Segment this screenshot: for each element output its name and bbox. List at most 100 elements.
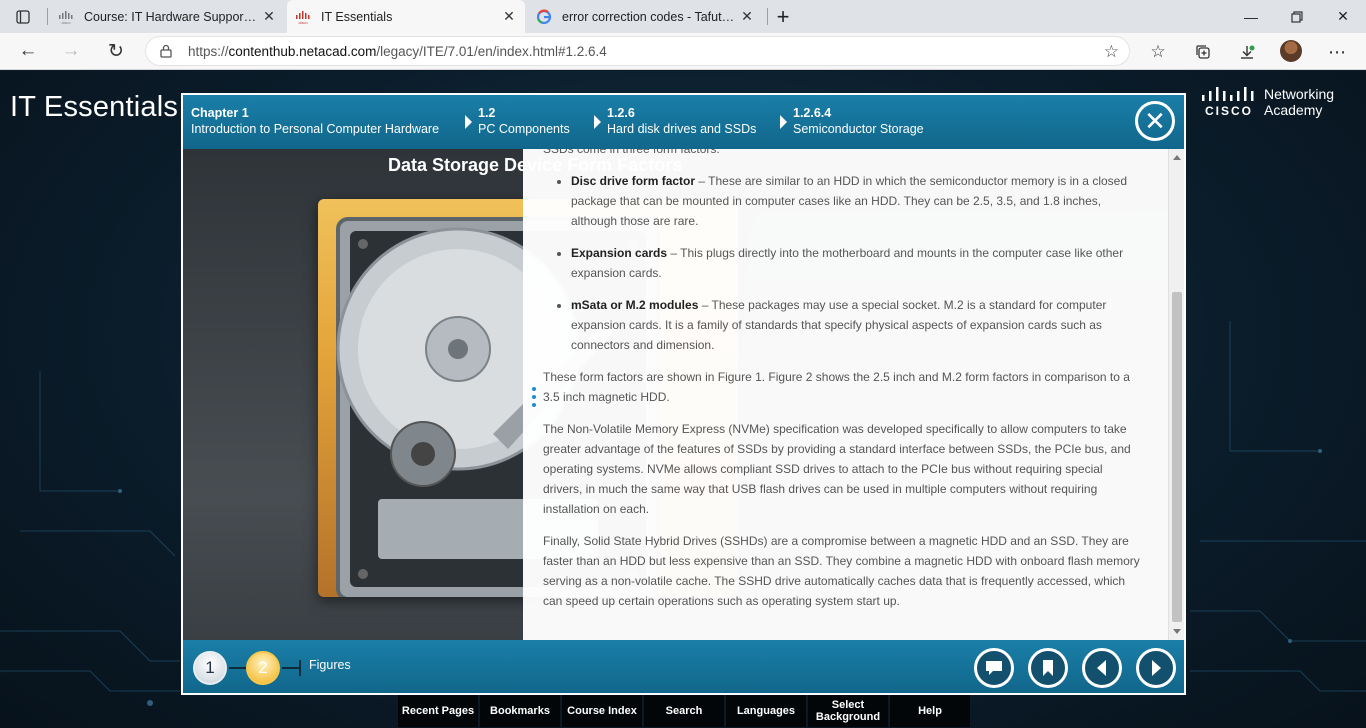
figure-connector-end [299,660,301,676]
tab-google-search[interactable]: error correction codes - Tafuta na ✕ [528,0,763,33]
term: Expansion cards [571,246,668,260]
list-item: mSata or M.2 modules – These packages ma… [571,295,1143,355]
svg-text:cisco: cisco [61,20,71,25]
panel-resize-handle[interactable] [532,387,538,411]
cisco-favicon: cisco [295,9,311,25]
breadcrumb-number: Chapter 1 [191,106,249,120]
page-background: IT Essentials cisco Networking Academy C… [0,71,1366,728]
next-button[interactable] [1136,648,1176,688]
paragraph: These form factors are shown in Figure 1… [543,370,1130,404]
breadcrumb-number: 1.2.6.4 [793,106,832,120]
tab-title: error correction codes - Tafuta na [562,9,737,24]
form-factor-list: Disc drive form factor – These are simil… [571,171,1143,355]
menu-course-index[interactable]: Course Index [562,695,642,727]
minimize-icon[interactable]: — [1228,0,1274,33]
forward-icon[interactable]: → [56,37,86,65]
url-text: https://contenthub.netacad.com/legacy/IT… [188,44,607,59]
restore-icon[interactable] [1274,0,1320,33]
url-host: contenthub.netacad.com [228,44,377,59]
tab-actions-icon[interactable] [0,0,46,33]
chevron-right-icon [780,115,787,129]
tab-it-essentials[interactable]: cisco IT Essentials ✕ [287,0,525,33]
url-field[interactable]: https://contenthub.netacad.com/legacy/IT… [145,36,1130,66]
bottom-menu: Recent Pages Bookmarks Course Index Sear… [398,695,972,727]
paragraph: Finally, Solid State Hybrid Drives (SSHD… [543,534,1140,608]
tab-title: IT Essentials [321,9,393,24]
bookmark-icon [1043,660,1053,676]
url-scheme: https:// [188,44,229,59]
close-icon[interactable]: ✕ [261,8,277,24]
figure-connector [282,667,300,669]
scroll-up-icon[interactable] [1173,155,1181,160]
lead-in-text: SSDs come in three form factors: [543,149,720,156]
cisco-bars-icon [1202,87,1254,101]
reload-icon[interactable]: ↻ [101,37,131,65]
term: mSata or M.2 modules [571,298,699,312]
add-favorite-icon[interactable]: ☆ [1104,42,1119,62]
tab-title: Course: IT Hardware Support & M [84,9,259,24]
url-path: /legacy/ITE/7.01/en/index.html#1.2.6.4 [376,44,607,59]
new-tab-icon[interactable]: + [768,0,798,33]
close-course-button[interactable]: ✕ [1135,101,1175,141]
list-item: Expansion cards – This plugs directly in… [571,243,1143,283]
breadcrumb-label: PC Components [478,122,570,136]
breadcrumb-label: Semiconductor Storage [793,122,924,136]
figures-label: Figures [309,658,351,672]
window-close-icon[interactable]: ✕ [1320,0,1366,33]
lock-icon [160,44,172,63]
term: Disc drive form factor [571,174,696,188]
speech-bubble-icon [986,661,1002,675]
breadcrumb-number: 1.2 [478,106,496,120]
close-icon[interactable]: ✕ [501,8,517,24]
course-controls-bar: 1 2 Figures [183,640,1184,693]
menu-languages[interactable]: Languages [726,695,806,727]
profile-avatar[interactable] [1280,40,1302,62]
bookmark-button[interactable] [1028,648,1068,688]
figure-2-button[interactable]: 2 [246,651,280,685]
svg-text:cisco: cisco [298,20,308,25]
favorites-icon[interactable]: ☆ [1143,38,1173,66]
downloads-icon[interactable] [1232,38,1262,66]
collections-icon[interactable] [1188,38,1218,66]
paragraph: The Non-Volatile Memory Express (NVMe) s… [543,422,1131,516]
tab-course[interactable]: cisco Course: IT Hardware Support & M ✕ [50,0,285,33]
breadcrumb-section[interactable]: 1.2 PC Components [478,105,570,137]
cisco-networking-academy-logo: cisco Networking Academy [1200,85,1350,125]
logo-academy: Academy [1264,102,1323,118]
menu-recent-pages[interactable]: Recent Pages [398,695,478,727]
scroll-down-icon[interactable] [1173,629,1181,634]
site-title: IT Essentials [10,91,179,123]
breadcrumb-label: Hard disk drives and SSDs [607,122,757,136]
chevron-right-icon [594,115,601,129]
breadcrumb-label: Introduction to Personal Computer Hardwa… [191,122,440,136]
previous-button[interactable] [1082,648,1122,688]
chevron-right-icon [465,115,472,129]
browser-tab-bar: cisco Course: IT Hardware Support & M ✕ … [0,0,1366,33]
tab-separator [47,8,48,25]
comment-button[interactable] [974,648,1014,688]
breadcrumb-page[interactable]: 1.2.6.4 Semiconductor Storage [793,105,924,137]
scrollbar-thumb[interactable] [1172,292,1182,622]
more-menu-icon[interactable]: ⋯ [1322,38,1352,66]
menu-bookmarks[interactable]: Bookmarks [480,695,560,727]
list-item: Disc drive form factor – These are simil… [571,171,1143,231]
close-icon[interactable]: ✕ [739,8,755,24]
breadcrumb-topic[interactable]: 1.2.6 Hard disk drives and SSDs [607,105,756,137]
arrow-right-icon [1152,660,1161,676]
browser-address-bar: ← → ↻ https://contenthub.netacad.com/leg… [0,33,1366,70]
logo-networking: Networking [1264,86,1335,102]
menu-help[interactable]: Help [890,695,970,727]
menu-search[interactable]: Search [644,695,724,727]
figure-number: 2 [258,658,268,677]
breadcrumb-chapter[interactable]: Chapter 1 Introduction to Personal Compu… [191,105,439,137]
figure-number: 1 [205,658,215,677]
content-text-panel: SSDs come in three form factors: Disc dr… [523,149,1168,640]
figure-connector [229,667,247,669]
content-scrollbar[interactable] [1168,149,1184,640]
figure-1-button[interactable]: 1 [193,651,227,685]
menu-select-background[interactable]: Select Background [808,695,888,727]
cisco-wordmark: cisco [1205,104,1254,118]
google-g-icon [536,9,552,25]
content-body: SSDs come in three form factors: Disc dr… [543,149,1143,623]
back-icon[interactable]: ← [13,37,43,65]
